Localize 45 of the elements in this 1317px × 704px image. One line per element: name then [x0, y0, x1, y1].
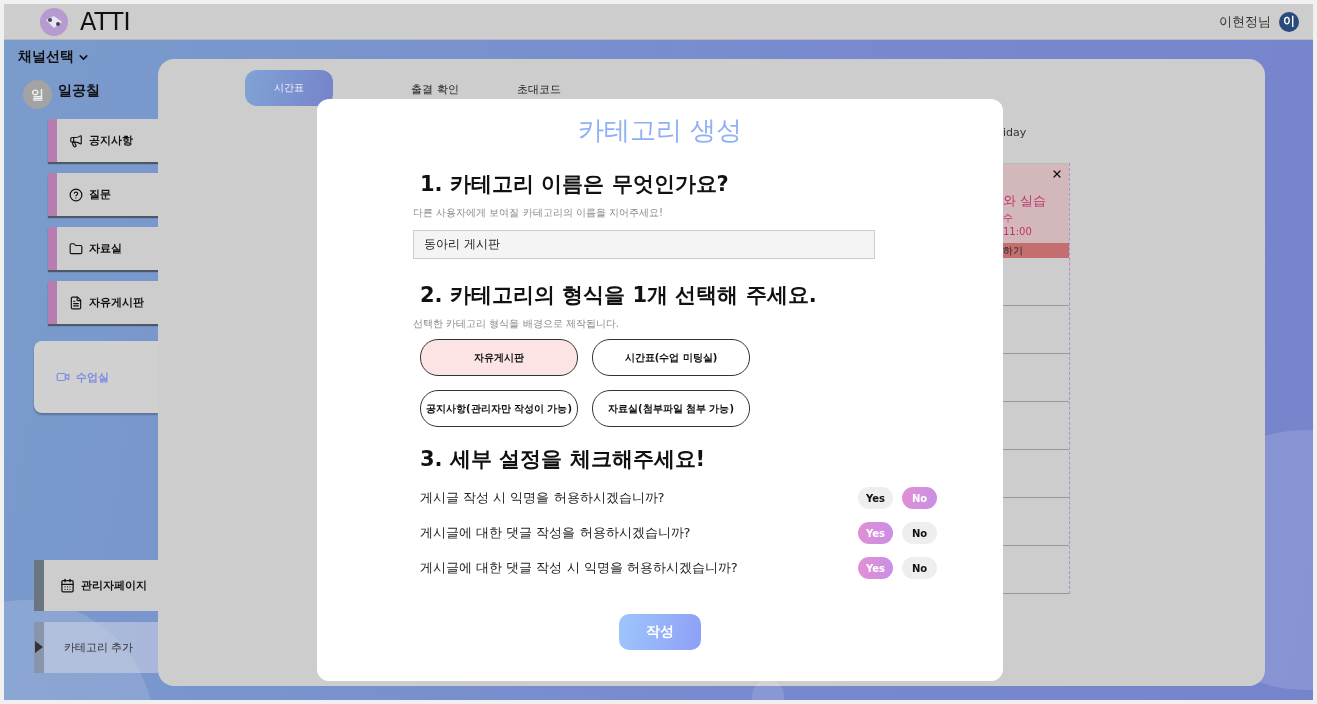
sidebar-item[interactable]: 질문 — [48, 173, 158, 216]
user-avatar[interactable]: 이 — [1279, 11, 1299, 32]
sidebar-item[interactable]: 관리자페이지 — [34, 560, 158, 611]
section-heading: 1. 카테고리 이름은 무엇인가요? — [420, 171, 730, 198]
logo-icon — [40, 7, 68, 36]
category-type-option[interactable]: 공지사항(관리자만 작성이 가능) — [420, 390, 578, 427]
tab[interactable]: 출결 확인 — [383, 70, 487, 106]
tab[interactable]: 초대코드 — [487, 70, 591, 106]
megaphone-icon — [69, 133, 83, 148]
setting-question: 게시글 작성 시 익명을 허용하시겠습니까? — [420, 489, 666, 507]
calendar-icon — [60, 578, 75, 593]
no-toggle[interactable]: No — [902, 557, 937, 579]
day-label: iday — [1003, 126, 1028, 139]
event-time: 11:00 — [1003, 226, 1033, 237]
sidebar-item[interactable]: 자료실 — [48, 227, 158, 270]
event-action-button[interactable]: 하기 — [1003, 243, 1069, 258]
setting-question: 게시글에 대한 댓글 작성을 허용하시겠습니까? — [420, 524, 692, 542]
question-icon — [69, 187, 83, 202]
triangle-icon — [35, 641, 43, 653]
folder-icon — [69, 241, 83, 256]
section-heading: 3. 세부 설정을 체크해주세요! — [420, 446, 707, 473]
channel-avatar: 일 — [23, 80, 52, 109]
sidebar-item[interactable]: 공지사항 — [48, 119, 158, 162]
no-toggle[interactable]: No — [902, 522, 937, 544]
event-title: 와 실습 — [1003, 192, 1048, 210]
dialog-title: 카테고리 생성 — [576, 114, 744, 147]
user-name: 이현정님 — [1219, 12, 1271, 31]
category-name-field[interactable]: 동아리 게시판 — [413, 230, 875, 259]
section-heading: 2. 카테고리의 형식을 1개 선택해 주세요. — [420, 282, 818, 309]
sidebar-item[interactable]: 자유게시판 — [48, 281, 158, 324]
channel-select[interactable]: 채널선택 — [18, 48, 90, 66]
app-logo: ATTI — [80, 7, 131, 36]
video-camera-icon — [56, 370, 70, 384]
category-type-option[interactable]: 자유게시판 — [420, 339, 578, 376]
setting-question: 게시글에 대한 댓글 작성 시 익명을 허용하시겠습니까? — [420, 559, 739, 577]
category-type-option[interactable]: 시간표(수업 미팅실) — [592, 339, 750, 376]
category-type-option[interactable]: 자료실(첨부파일 첨부 가능) — [592, 390, 750, 427]
document-icon — [69, 295, 83, 310]
hint-text: 다른 사용자에게 보여질 카테고리의 이름을 지어주세요! — [413, 206, 664, 220]
sidebar-item[interactable]: 카테고리 추가 — [34, 622, 158, 673]
channel-name: 일공칠 — [58, 81, 100, 100]
yes-toggle[interactable]: Yes — [858, 487, 893, 509]
close-button[interactable] — [1051, 168, 1063, 180]
event-subtitle: 수 — [1003, 211, 1014, 225]
hint-text: 선택한 카테고리 형식을 배경으로 제작됩니다. — [413, 317, 620, 331]
